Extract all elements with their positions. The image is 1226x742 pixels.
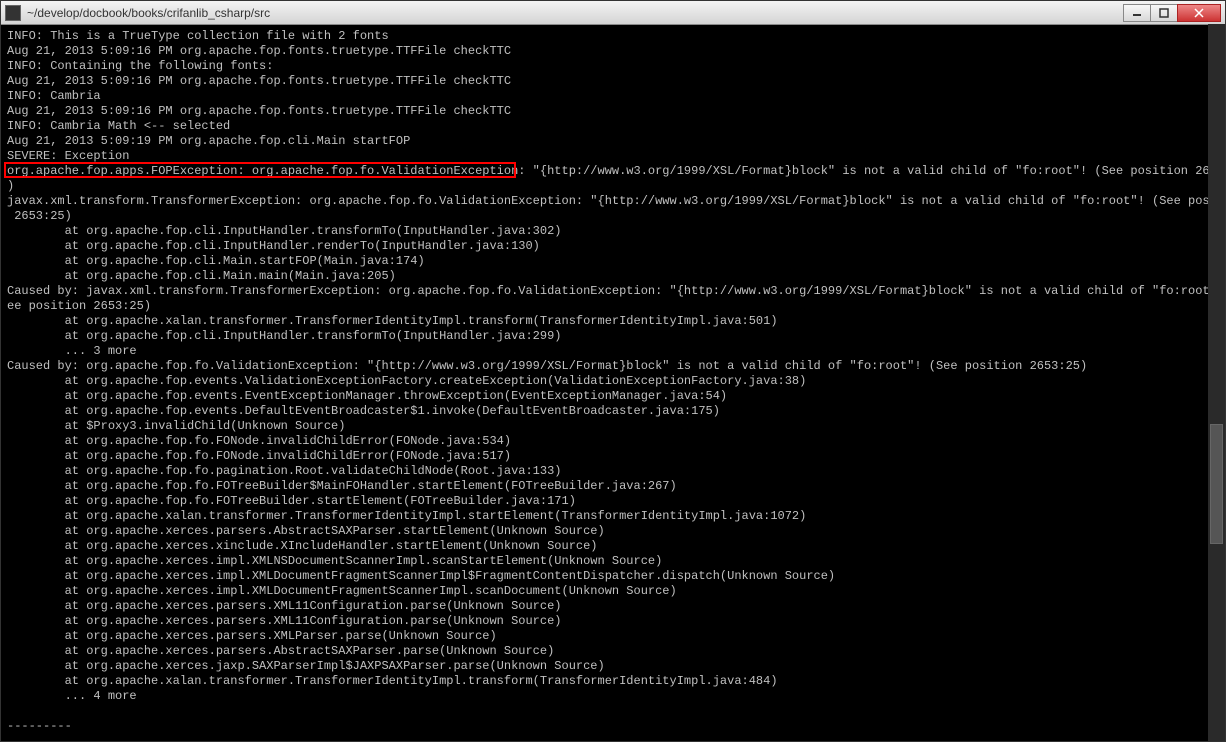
window-controls xyxy=(1124,4,1221,22)
minimize-button[interactable] xyxy=(1123,4,1151,22)
window-title: ~/develop/docbook/books/crifanlib_csharp… xyxy=(27,6,1124,20)
minimize-icon xyxy=(1132,8,1142,18)
close-icon xyxy=(1194,8,1204,18)
titlebar[interactable]: ~/develop/docbook/books/crifanlib_csharp… xyxy=(1,1,1225,25)
scrollbar-thumb[interactable] xyxy=(1210,424,1223,544)
close-button[interactable] xyxy=(1177,4,1221,22)
maximize-icon xyxy=(1159,8,1169,18)
terminal-output[interactable]: INFO: This is a TrueType collection file… xyxy=(1,25,1225,741)
terminal-window: ~/develop/docbook/books/crifanlib_csharp… xyxy=(0,0,1226,742)
app-icon xyxy=(5,5,21,21)
maximize-button[interactable] xyxy=(1150,4,1178,22)
scrollbar[interactable] xyxy=(1208,24,1225,741)
